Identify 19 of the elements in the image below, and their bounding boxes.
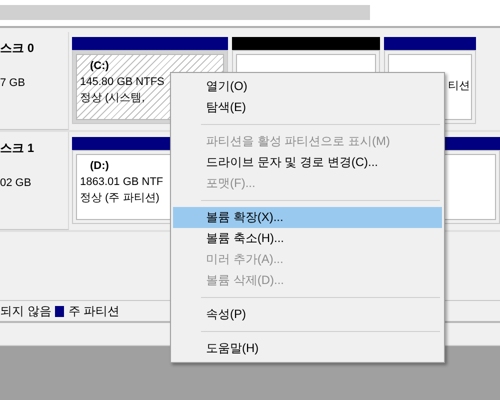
- disk-name: 스크 1: [0, 140, 36, 157]
- partition-size: 1863.01 GB NTF: [80, 175, 164, 190]
- partition-letter: (C:): [90, 59, 109, 74]
- menu-item[interactable]: 도움말(H): [173, 338, 442, 359]
- partition-letter: (D:): [90, 159, 109, 174]
- partition-size: 145.80 GB NTFS: [80, 75, 164, 90]
- scrollbar[interactable]: [0, 5, 370, 20]
- disk-size: 02 GB: [0, 177, 32, 189]
- disk-name: 스크 0: [0, 40, 36, 57]
- partition-status: 정상 (시스템,: [80, 91, 145, 106]
- partition-status: 티션: [448, 79, 470, 94]
- menu-item[interactable]: 드라이브 문자 및 경로 변경(C)...: [173, 152, 442, 173]
- menu-item[interactable]: 속성(P): [173, 304, 442, 325]
- menu-item[interactable]: 볼륨 확장(X)...: [173, 207, 442, 228]
- menu-item[interactable]: 볼륨 축소(H)...: [173, 228, 442, 249]
- legend-label: 되지 않음: [0, 302, 52, 320]
- disk-size: 7 GB: [0, 77, 26, 89]
- legend-label: 주 파티션: [68, 302, 120, 320]
- partition-status: 정상 (주 파티션): [80, 191, 160, 206]
